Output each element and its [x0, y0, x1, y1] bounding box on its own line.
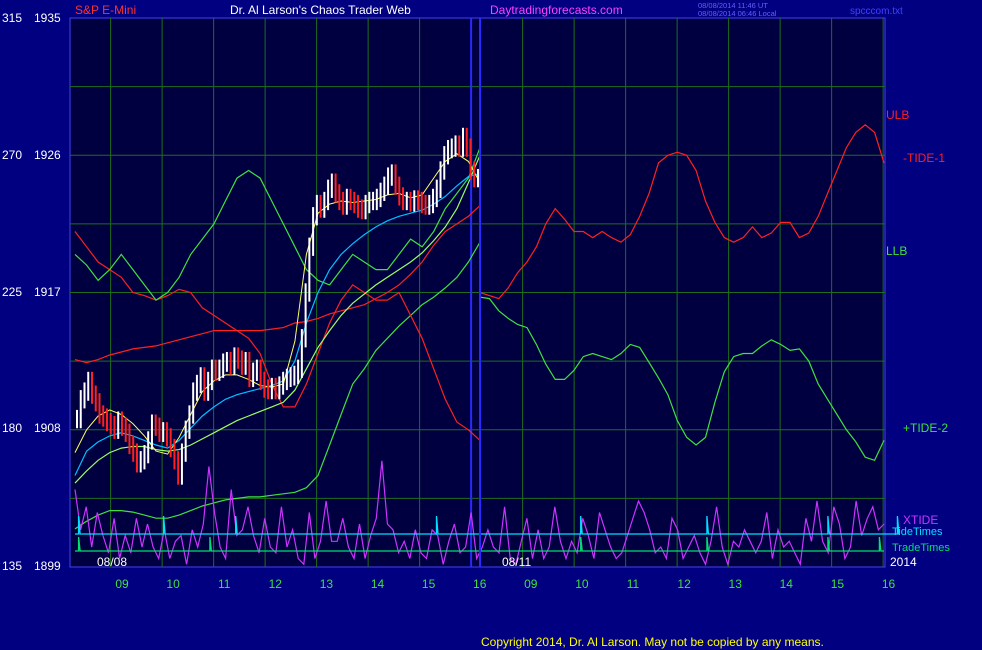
legend-llb: LLB	[886, 244, 907, 258]
y-axis-left: 315 1935 270 1926 225 1917 180 1908 135 …	[2, 11, 61, 573]
x-tick-label: 16	[473, 577, 487, 591]
y-tick-315: 315	[2, 11, 22, 25]
x-tick-label: 12	[677, 577, 691, 591]
x-tick-label: 15	[422, 577, 436, 591]
legend-ulb: ULB	[886, 108, 909, 122]
date-label-0811: 08/11	[502, 555, 531, 569]
y-tick-135: 135	[2, 559, 22, 573]
y-tick-180: 180	[2, 421, 22, 435]
legend-tide2: +TIDE-2	[903, 421, 948, 435]
y-tick-1899: 1899	[34, 559, 61, 573]
legend-tradetimes: TradeTimes	[892, 542, 950, 554]
x-tick-label: 10	[166, 577, 180, 591]
timestamp-local: 08/08/2014 06:46 Local	[698, 9, 777, 18]
instrument-label: S&P E-Mini	[75, 3, 136, 17]
x-tick-label: 10	[575, 577, 589, 591]
y-tick-270: 270	[2, 148, 22, 162]
y-tick-1926: 1926	[34, 148, 61, 162]
copyright-notice: Copyright 2014, Dr. Al Larson. May not b…	[481, 635, 824, 649]
x-tick-label: 13	[729, 577, 743, 591]
y-tick-225: 225	[2, 285, 22, 299]
year-label: 2014	[890, 555, 917, 569]
x-tick-label: 12	[269, 577, 283, 591]
legend-xtide: XTIDE	[903, 513, 938, 527]
x-tick-label: 13	[320, 577, 334, 591]
y-tick-1917: 1917	[34, 285, 61, 299]
site-link[interactable]: Daytradingforecasts.com	[490, 3, 623, 17]
x-axis: 09 10 11 12 13 14 15 16 09 10 11 12 13 14 15 16	[115, 577, 895, 591]
x-tick-label: 09	[524, 577, 538, 591]
y-tick-1908: 1908	[34, 421, 61, 435]
x-tick-label: 14	[780, 577, 794, 591]
chart-title: Dr. Al Larson's Chaos Trader Web	[230, 3, 411, 17]
x-tick-label: 14	[371, 577, 385, 591]
x-tick-label: 15	[831, 577, 845, 591]
x-tick-label: 09	[115, 577, 129, 591]
y-tick-1935: 1935	[34, 11, 61, 25]
data-file-name: spcccom.txt	[850, 6, 903, 17]
legend-tide1: -TIDE-1	[903, 151, 945, 165]
x-tick-label: 16	[882, 577, 896, 591]
legend-tidetimes: TideTimes	[892, 526, 943, 538]
x-tick-label: 11	[627, 577, 640, 591]
x-tick-label: 11	[218, 577, 231, 591]
chaos-trader-chart: 09 10 11 12 13 14 15 16 09 10 11 12 13 14 15 16 S&P E-M…	[2, 1, 950, 649]
date-label-0808: 08/08	[97, 555, 127, 569]
